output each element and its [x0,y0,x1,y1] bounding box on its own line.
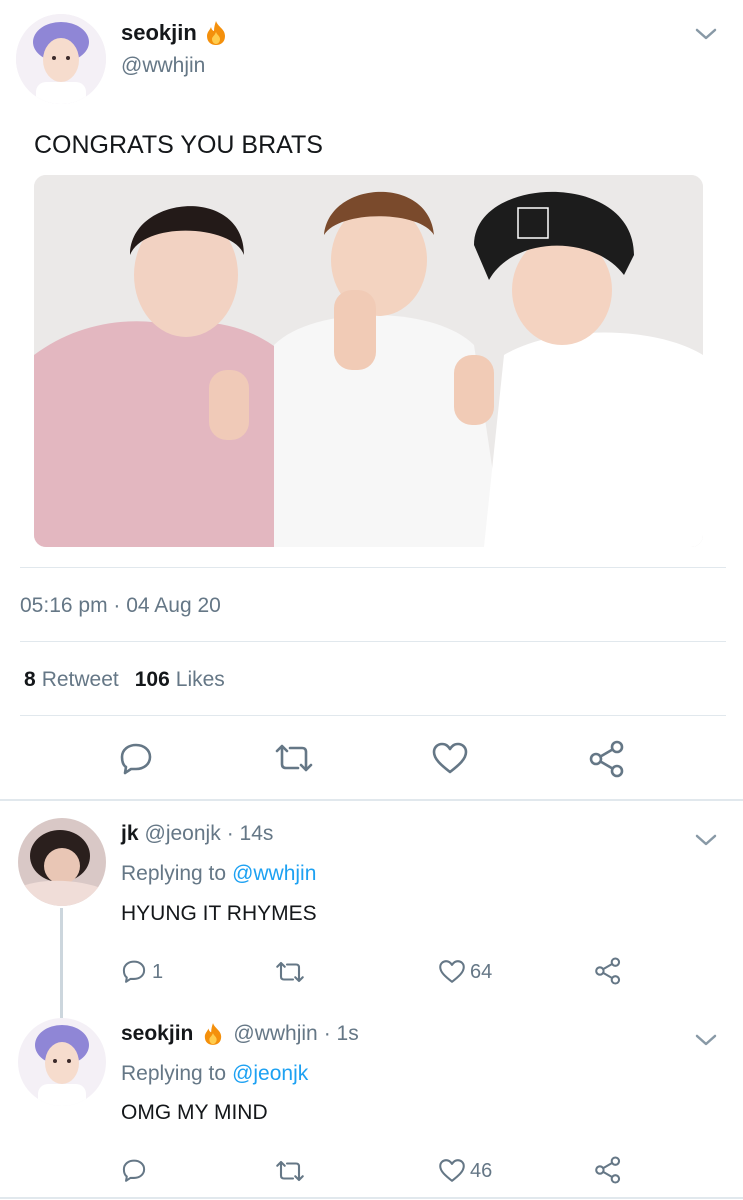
reply-text: OMG MY MIND [121,1101,268,1124]
fire-icon [203,1022,223,1046]
chevron-down-icon[interactable] [694,26,718,42]
thread-connector [60,908,63,1018]
reply-time: · 14s [226,822,274,845]
divider [20,715,726,716]
chevron-down-icon[interactable] [694,832,718,848]
tweet-photo[interactable] [34,175,703,547]
like-icon[interactable] [431,741,469,775]
divider [0,1197,743,1199]
reply-icon[interactable] [121,1157,147,1183]
reply-text: HYUNG IT RHYMES [121,902,317,925]
divider [0,799,743,801]
share-icon[interactable] [588,740,626,778]
handle[interactable]: @wwhjin [121,54,205,78]
reply-count: 1 [152,961,164,983]
avatar-seokjin[interactable] [16,14,106,104]
handle[interactable]: @jeonjk [145,822,221,846]
replying-prefix: Replying to [121,1062,227,1085]
divider [20,567,726,568]
replying-to-handle[interactable]: @jeonjk [232,1062,308,1086]
handle[interactable]: @wwhjin [233,1022,317,1046]
likes-count[interactable]: 106 [135,668,170,692]
tweet-timestamp[interactable]: 05:16 pm · 04 Aug 20 [20,594,221,618]
avatar-seokjin[interactable] [18,1018,106,1106]
fire-icon [205,20,227,46]
tweet-stats: 8 Retweet 106 Likes [24,668,225,692]
retweet-icon[interactable] [274,742,314,774]
replying-to: Replying to @jeonjk [121,1062,308,1086]
like-count: 46 [470,1160,493,1182]
reply-icon[interactable] [121,958,147,984]
replying-prefix: Replying to [121,862,227,885]
like-count: 64 [470,961,493,983]
divider [20,641,726,642]
display-name: seokjin [121,20,197,45]
replying-to: Replying to @wwhjin [121,862,316,886]
like-icon[interactable] [438,959,466,984]
retweet-label[interactable]: Retweet [42,668,119,692]
chevron-down-icon[interactable] [694,1032,718,1048]
share-icon[interactable] [594,1156,622,1184]
reply-icon[interactable] [118,740,154,776]
tweet-text: CONGRATS YOU BRATS [34,131,323,159]
tweet-author[interactable]: seokjin [121,18,227,48]
retweet-icon[interactable] [274,1159,306,1183]
reply-header: jk @jeonjk · 14s [121,822,273,846]
reply-time: · 1s [323,1022,359,1045]
avatar-jk[interactable] [18,818,106,906]
like-icon[interactable] [438,1158,466,1183]
reply-header: seokjin @wwhjin · 1s [121,1022,359,1046]
replying-to-handle[interactable]: @wwhjin [232,862,316,886]
retweet-count[interactable]: 8 [24,668,36,692]
display-name[interactable]: jk [121,822,139,846]
display-name[interactable]: seokjin [121,1022,193,1046]
share-icon[interactable] [594,957,622,985]
retweet-icon[interactable] [274,960,306,984]
likes-label[interactable]: Likes [176,668,225,692]
